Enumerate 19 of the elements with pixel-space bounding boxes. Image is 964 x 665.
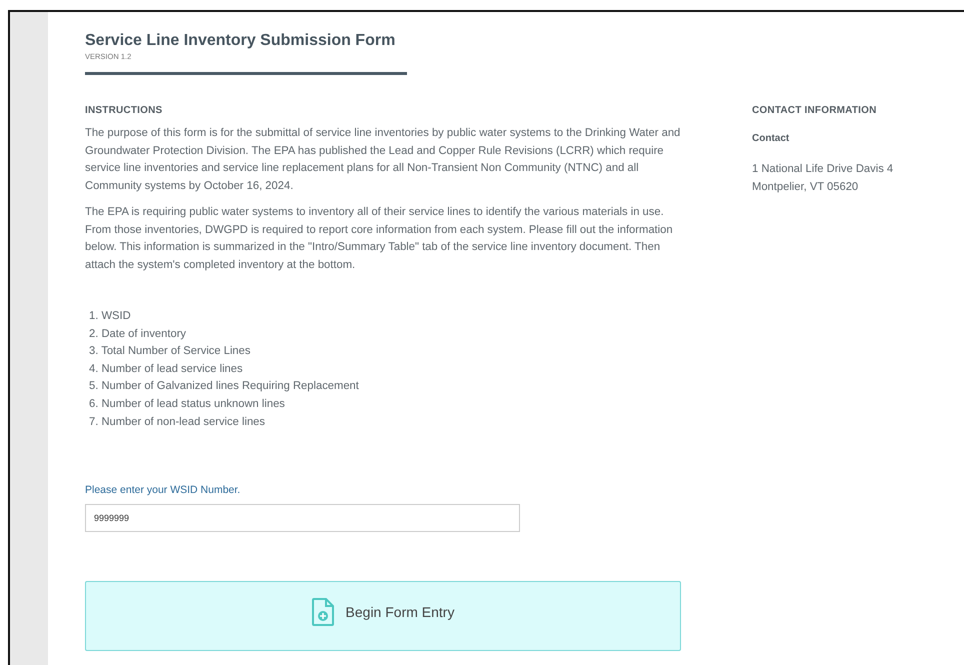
wsid-input-field[interactable]: 9999999 [85,504,520,532]
list-item: 3. Total Number of Service Lines [89,344,252,360]
begin-form-entry-button[interactable]: Begin Form Entry [85,581,681,652]
list-item: 6. Number of lead status unknown lines [89,396,286,412]
list-item: 2. Date of inventory [89,326,188,342]
instructions-paragraph: The EPA is requiring public water systems to inventory all of their service lines to identify the various materials in use. From those inventories, DWGPD is required to report core information from each system. Please fill out the information below. This information is summarized in the "Intro/Summary Table" tab of the service line inventory document. Then attach the system's completed inventory at the bottom. [85,205,674,272]
section-heading: INSTRUCTIONS [85,105,164,116]
instructions-paragraph: The purpose of this form is for the submittal of service line inventories by public water systems to the Drinking Water and Groundwater Protection Division. The EPA has published the Lead and Copper Rule Revisions (LCRR) which require service line inventories and service line replacement plans for all Non-Transient Non Community (NTNC) and all Community systems by October 16, 2024. [85,126,682,194]
field-label: Please enter your WSID Number. [85,484,242,496]
form-title: Service Line Inventory Submission Form [85,32,396,50]
address-line: 1 National Life Drive Davis 4 [752,162,894,177]
address-line: Montpelier, VT 05620 [752,180,860,194]
document-add-icon [312,598,334,626]
list-item: 5. Number of Galvanized lines Requiring Replacement [89,379,360,394]
list-item: 7. Number of non-lead service lines [89,414,266,430]
contact-name: Contact [752,133,790,144]
list-item: 1. WSID [89,309,132,324]
list-item: 4. Number of lead service lines [89,362,244,377]
section-heading: CONTACT INFORMATION [752,105,878,116]
